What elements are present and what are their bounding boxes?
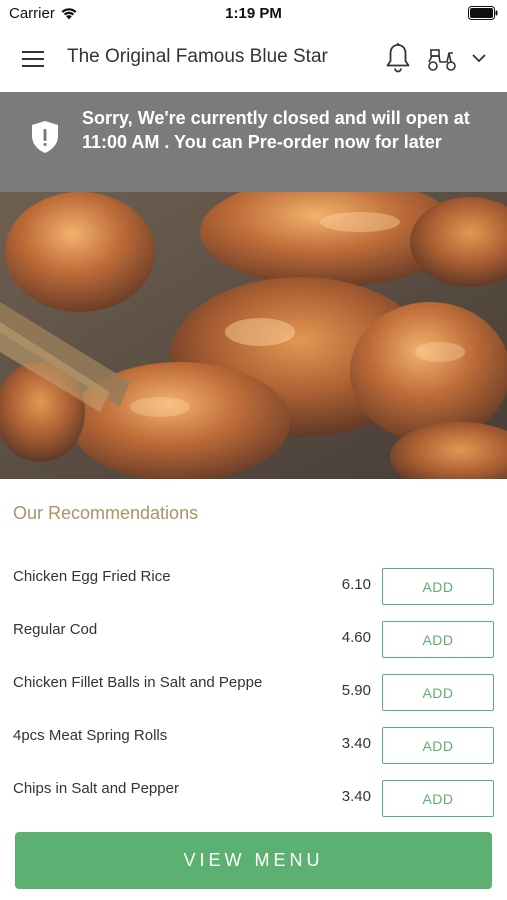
- shield-alert-icon: [32, 121, 58, 153]
- recommendations-title: Our Recommendations: [13, 503, 199, 523]
- status-time: 1:19 PM: [225, 5, 282, 22]
- list-item: Chicken Egg Fried Rice 6.10 ADD: [0, 562, 507, 615]
- item-price: 3.40: [341, 788, 371, 805]
- item-name: Regular Cod: [13, 621, 98, 638]
- list-item: Chips in Salt and Pepper 3.40 ADD: [0, 774, 507, 827]
- menu-icon-bar: [22, 51, 44, 53]
- item-price: 3.40: [341, 735, 371, 752]
- list-item: Regular Cod 4.60 ADD: [0, 615, 507, 668]
- add-button[interactable]: ADD: [382, 674, 494, 711]
- location-dropdown-button[interactable]: [470, 49, 488, 67]
- list-item: 4pcs Meat Spring Rolls 3.40 ADD: [0, 721, 507, 774]
- scooter-icon: [428, 49, 456, 71]
- menu-button[interactable]: [18, 45, 50, 73]
- add-button[interactable]: ADD: [382, 727, 494, 764]
- battery-icon: [468, 6, 498, 20]
- delivery-mode-button[interactable]: [426, 45, 458, 73]
- item-name: 4pcs Meat Spring Rolls: [13, 727, 168, 744]
- menu-icon-bar: [22, 58, 44, 60]
- closed-message: Sorry, We're currently closed and will o…: [82, 108, 470, 152]
- item-name: Chips in Salt and Pepper: [13, 780, 179, 797]
- menu-icon-bar: [22, 65, 44, 67]
- item-price: 6.10: [341, 576, 371, 593]
- chevron-down-icon: [472, 54, 486, 63]
- list-item: Chicken Fillet Balls in Salt and Peppe 5…: [0, 668, 507, 721]
- item-price: 4.60: [341, 629, 371, 646]
- hero-image: [0, 192, 507, 479]
- status-bar: Carrier 1:19 PM: [0, 0, 507, 26]
- restaurant-title: The Original Famous Blue Star: [67, 46, 328, 67]
- bell-icon: [386, 43, 410, 73]
- add-button[interactable]: ADD: [382, 621, 494, 658]
- item-name: Chicken Fillet Balls in Salt and Peppe: [13, 674, 263, 691]
- view-menu-button[interactable]: VIEW MENU: [15, 832, 492, 889]
- item-name: Chicken Egg Fried Rice: [13, 568, 171, 585]
- item-price: 5.90: [341, 682, 371, 699]
- app-header: The Original Famous Blue Star: [0, 26, 507, 92]
- closed-banner: Sorry, We're currently closed and will o…: [0, 92, 507, 192]
- chicken-wings-photo: [0, 192, 507, 479]
- recommendations-list: Chicken Egg Fried Rice 6.10 ADD Regular …: [0, 562, 507, 827]
- add-button[interactable]: ADD: [382, 780, 494, 817]
- add-button[interactable]: ADD: [382, 568, 494, 605]
- notifications-button[interactable]: [384, 42, 412, 74]
